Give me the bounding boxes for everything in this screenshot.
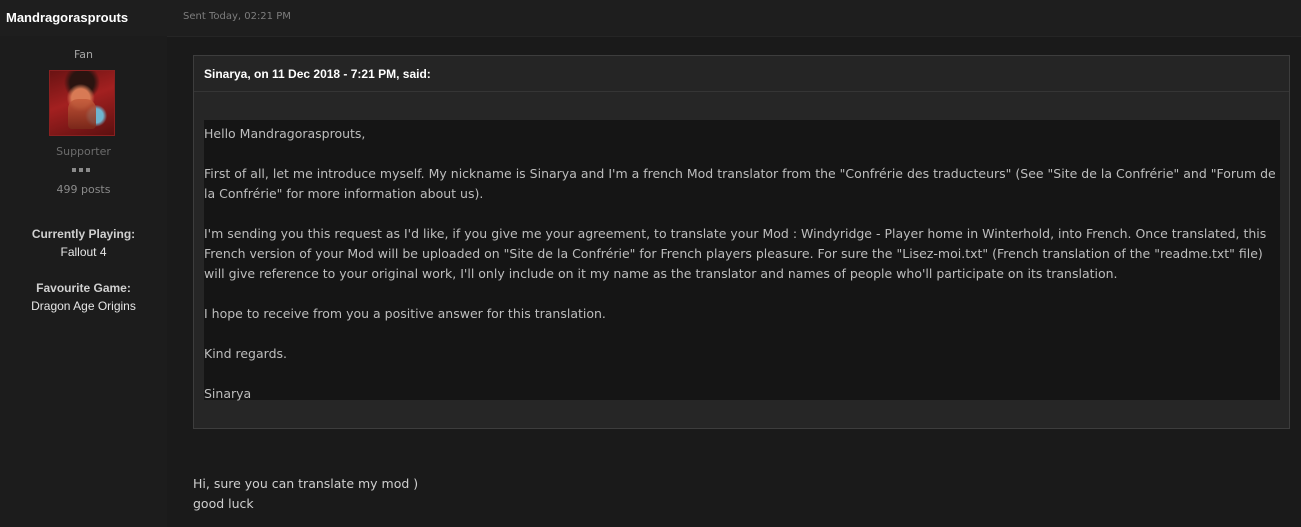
member-avatar-icon	[68, 99, 96, 129]
author-name-link[interactable]: Mandragorasprouts	[6, 10, 128, 25]
avatar[interactable]	[49, 70, 115, 136]
quote-line: Kind regards.	[204, 346, 287, 361]
post-date: Sent Today, 02:21 PM	[183, 11, 291, 22]
quote-line: First of all, let me introduce myself. M…	[204, 166, 1276, 181]
quote-line: will give reference to your original wor…	[204, 266, 1118, 281]
quote-citation-text: Sinarya, on 11 Dec 2018 - 7:21 PM, said:	[204, 67, 431, 81]
reply-line: Hi, sure you can translate my mod )	[193, 476, 419, 491]
reply-line: good luck	[193, 496, 254, 511]
currently-playing-value: Fallout 4	[60, 245, 107, 259]
post-header: Mandragorasprouts Sent Today, 02:21 PM	[0, 0, 1301, 37]
quote-line: I hope to receive from you a positive an…	[204, 306, 606, 321]
currently-playing-label: Currently Playing:	[31, 227, 136, 241]
quote-line: I'm sending you this request as I'd like…	[204, 226, 1267, 241]
quote-line: Hello Mandragorasprouts,	[204, 126, 366, 141]
quote-block: Sinarya, on 11 Dec 2018 - 7:21 PM, said:…	[193, 55, 1290, 429]
post-count: 499 posts	[56, 183, 111, 196]
rank-pip-icon	[86, 168, 90, 172]
member-title: Supporter	[56, 145, 111, 158]
quote-line: Sinarya	[204, 386, 252, 401]
quote-body: Hello Mandragorasprouts, First of all, l…	[204, 120, 1280, 401]
author-info-panel: Fan Supporter 499 posts Currently Playin…	[0, 36, 167, 527]
forum-post: Mandragorasprouts Sent Today, 02:21 PM F…	[0, 0, 1301, 527]
quote-line: la Confrérie" for more information about…	[204, 186, 484, 201]
quote-citation: Sinarya, on 11 Dec 2018 - 7:21 PM, said:	[194, 56, 1289, 92]
rank-pip-icon	[79, 168, 83, 172]
favourite-game-value: Dragon Age Origins	[31, 299, 136, 313]
member-group: Fan	[73, 48, 94, 61]
rank-pips	[72, 168, 96, 173]
favourite-game-label: Favourite Game:	[36, 281, 131, 295]
rank-pip-icon	[72, 168, 76, 172]
quote-line: French version of your Mod will be uploa…	[204, 246, 1263, 261]
